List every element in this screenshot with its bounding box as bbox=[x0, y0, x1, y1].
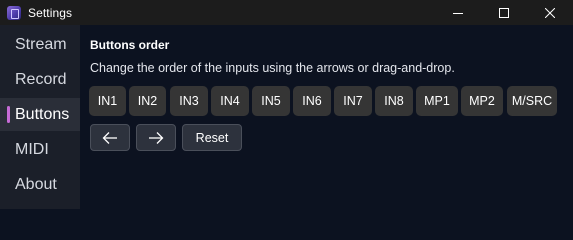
move-right-button[interactable] bbox=[136, 124, 176, 151]
sidebar-item-record[interactable]: Record bbox=[0, 63, 80, 96]
input-chip-in4[interactable]: IN4 bbox=[211, 86, 249, 116]
input-chip-in2[interactable]: IN2 bbox=[129, 86, 166, 116]
arrow-left-icon bbox=[102, 131, 117, 144]
sidebar-item-about[interactable]: About bbox=[0, 168, 80, 201]
sidebar-item-label: Buttons bbox=[15, 105, 70, 123]
minimize-button[interactable] bbox=[435, 0, 481, 25]
input-chip-msrc[interactable]: M/SRC bbox=[507, 86, 557, 116]
window-title: Settings bbox=[28, 5, 73, 20]
sidebar-item-buttons[interactable]: Buttons bbox=[0, 98, 80, 131]
input-chip-in3[interactable]: IN3 bbox=[170, 86, 208, 116]
reset-button[interactable]: Reset bbox=[182, 124, 242, 151]
move-left-button[interactable] bbox=[90, 124, 130, 151]
section-heading: Buttons order bbox=[90, 38, 170, 52]
sidebar-item-label: MIDI bbox=[15, 140, 49, 158]
main-panel: Buttons order Change the order of the in… bbox=[80, 25, 573, 209]
close-button[interactable] bbox=[527, 0, 573, 25]
sidebar-item-midi[interactable]: MIDI bbox=[0, 133, 80, 166]
input-chip-in6[interactable]: IN6 bbox=[293, 86, 331, 116]
settings-window: Settings Stream Record Buttons MIDI Abou… bbox=[0, 0, 573, 209]
sidebar-item-stream[interactable]: Stream bbox=[0, 28, 80, 61]
active-indicator bbox=[7, 106, 10, 123]
sidebar: Stream Record Buttons MIDI About bbox=[0, 25, 80, 209]
close-icon bbox=[545, 7, 555, 18]
section-description: Change the order of the inputs using the… bbox=[90, 61, 455, 75]
input-chip-in7[interactable]: IN7 bbox=[334, 86, 372, 116]
title-bar[interactable]: Settings bbox=[0, 0, 573, 25]
minimize-icon bbox=[453, 12, 463, 14]
sidebar-item-label: About bbox=[15, 175, 57, 193]
input-chip-mp2[interactable]: MP2 bbox=[461, 86, 503, 116]
maximize-icon bbox=[499, 7, 509, 18]
maximize-button[interactable] bbox=[481, 0, 527, 25]
arrow-right-icon bbox=[149, 131, 164, 144]
input-chip-mp1[interactable]: MP1 bbox=[416, 86, 458, 116]
window-controls bbox=[435, 0, 573, 25]
sidebar-item-label: Record bbox=[15, 70, 67, 88]
input-chip-in5[interactable]: IN5 bbox=[252, 86, 290, 116]
input-chip-in8[interactable]: IN8 bbox=[375, 86, 413, 116]
app-icon bbox=[7, 5, 21, 20]
input-chip-in1[interactable]: IN1 bbox=[89, 86, 126, 116]
sidebar-item-label: Stream bbox=[15, 35, 67, 53]
